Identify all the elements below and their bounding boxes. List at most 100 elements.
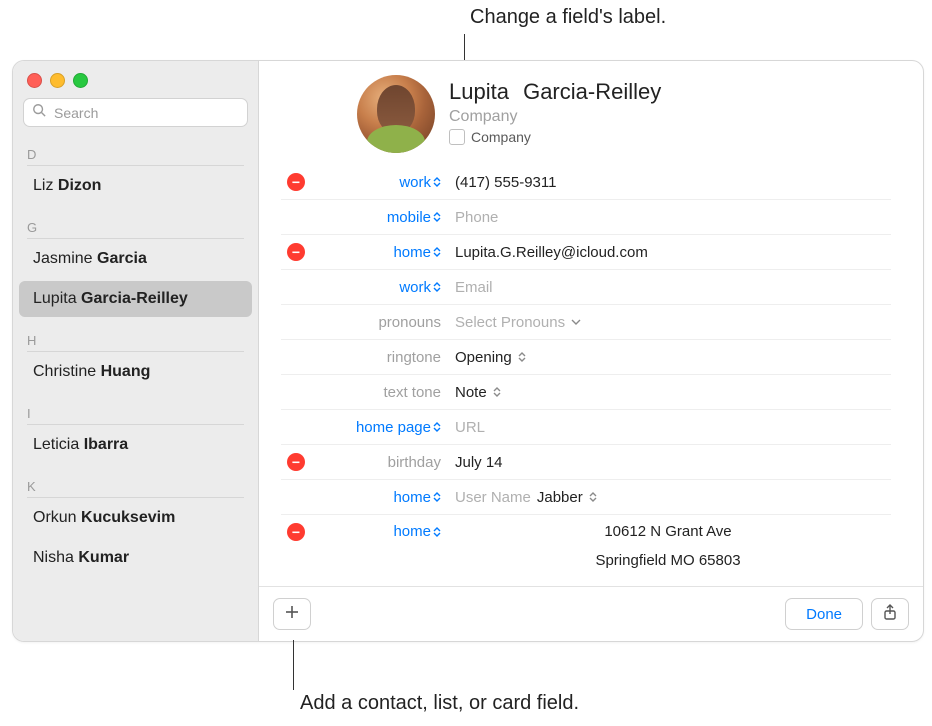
contacts-window: D Liz Dizon G Jasmine Garcia Lupita Garc… [12,60,924,642]
chevron-down-icon [571,319,581,325]
contact-item-christine-huang[interactable]: Christine Huang [19,354,252,390]
share-button[interactable] [871,598,909,630]
stepper-icon [433,247,441,257]
field-pronouns: pronouns Select Pronouns [281,305,891,340]
stepper-icon [433,422,441,432]
contact-item-liz-dizon[interactable]: Liz Dizon [19,168,252,204]
label-phone-work[interactable]: work [311,174,445,191]
share-icon [882,604,898,625]
stepper-icon [433,492,441,502]
search-icon [32,103,46,122]
contact-first: Orkun [33,509,77,526]
search-input[interactable] [52,104,239,122]
value-ringtone[interactable]: Opening [445,349,891,366]
company-checkbox-label: Company [471,129,531,145]
window-controls [13,61,258,96]
stepper-icon [589,492,597,502]
first-name-field[interactable]: Lupita [449,79,509,105]
value-phone-mobile[interactable]: Phone [445,209,891,226]
remove-address-button[interactable]: − [287,523,305,541]
label-ringtone: ringtone [311,349,445,366]
remove-phone-work-button[interactable]: − [287,173,305,191]
contact-item-lupita-garcia-reilley[interactable]: Lupita Garcia-Reilley [19,281,252,317]
label-phone-mobile[interactable]: mobile [311,209,445,226]
done-button[interactable]: Done [785,598,863,630]
label-homepage[interactable]: home page [311,419,445,436]
section-rule [27,165,244,166]
label-texttone: text tone [311,384,445,401]
contact-item-orkun-kucuksevim[interactable]: Orkun Kucuksevim [19,500,252,536]
label-birthday: birthday [311,454,445,471]
contact-item-jasmine-garcia[interactable]: Jasmine Garcia [19,241,252,277]
contact-first: Leticia [33,436,79,453]
value-email-work[interactable]: Email [445,279,891,296]
section-letter-i: I [13,396,258,421]
name-line[interactable]: Lupita Garcia-Reilley [449,79,661,105]
label-im[interactable]: home [311,489,445,506]
value-birthday[interactable]: July 14 [445,454,891,471]
contact-card: Lupita Garcia-Reilley Company Company − [259,61,923,641]
value-pronouns[interactable]: Select Pronouns [445,314,891,331]
contact-first: Jasmine [33,250,93,267]
field-phone-mobile: mobile Phone [281,200,891,235]
value-im[interactable]: User Name Jabber [445,489,891,506]
section-rule [27,238,244,239]
company-checkbox[interactable] [449,129,465,145]
zoom-window-button[interactable] [73,73,88,88]
add-button[interactable] [273,598,311,630]
stepper-icon [433,177,441,187]
field-texttone: text tone Note [281,375,891,410]
label-pronouns: pronouns [311,314,445,331]
plus-icon [284,604,300,625]
contact-last: Kucuksevim [81,509,175,526]
field-address: − home 10612 N Grant Ave Springfield MO … [281,515,891,578]
section-letter-g: G [13,210,258,235]
field-email-work: work Email [281,270,891,305]
value-email-home[interactable]: Lupita.G.Reilley@icloud.com [445,244,891,261]
value-address[interactable]: 10612 N Grant Ave Springfield MO 65803 [445,517,891,576]
field-phone-work: − work (417) 555-9311 [281,165,891,200]
contact-item-nisha-kumar[interactable]: Nisha Kumar [19,540,252,576]
contact-last: Garcia [97,250,147,267]
avatar[interactable] [357,75,435,153]
address-line2[interactable]: Springfield MO 65803 [595,550,740,573]
field-email-home: − home Lupita.G.Reilley@icloud.com [281,235,891,270]
contact-last: Kumar [78,549,129,566]
contact-first: Lupita [33,290,77,307]
remove-birthday-button[interactable]: − [287,453,305,471]
contact-last: Huang [101,363,151,380]
contact-last: Ibarra [84,436,128,453]
label-address[interactable]: home [311,517,445,540]
section-rule [27,497,244,498]
contact-item-leticia-ibarra[interactable]: Leticia Ibarra [19,427,252,463]
sidebar: D Liz Dizon G Jasmine Garcia Lupita Garc… [13,61,259,641]
section-rule [27,424,244,425]
value-texttone[interactable]: Note [445,384,891,401]
stepper-icon [493,387,501,397]
stepper-icon [433,212,441,222]
stepper-icon [518,352,526,362]
minimize-window-button[interactable] [50,73,65,88]
stepper-icon [433,527,441,537]
section-letter-d: D [13,137,258,162]
contact-last: Garcia-Reilley [81,290,188,307]
label-email-home[interactable]: home [311,244,445,261]
value-homepage[interactable]: URL [445,419,891,436]
company-field[interactable]: Company [449,108,661,126]
callout-top-text: Change a field's label. [470,6,666,29]
close-window-button[interactable] [27,73,42,88]
company-checkbox-row[interactable]: Company [449,129,661,145]
contact-first: Christine [33,363,96,380]
field-homepage: home page URL [281,410,891,445]
field-birthday: − birthday July 14 [281,445,891,480]
value-phone-work[interactable]: (417) 555-9311 [445,174,891,191]
last-name-field[interactable]: Garcia-Reilley [523,79,661,104]
search-field[interactable] [23,98,248,127]
field-im: home User Name Jabber [281,480,891,515]
contact-first: Nisha [33,549,74,566]
remove-email-home-button[interactable]: − [287,243,305,261]
address-line1[interactable]: 10612 N Grant Ave [604,521,731,544]
section-rule [27,351,244,352]
label-email-work[interactable]: work [311,279,445,296]
section-letter-k: K [13,469,258,494]
